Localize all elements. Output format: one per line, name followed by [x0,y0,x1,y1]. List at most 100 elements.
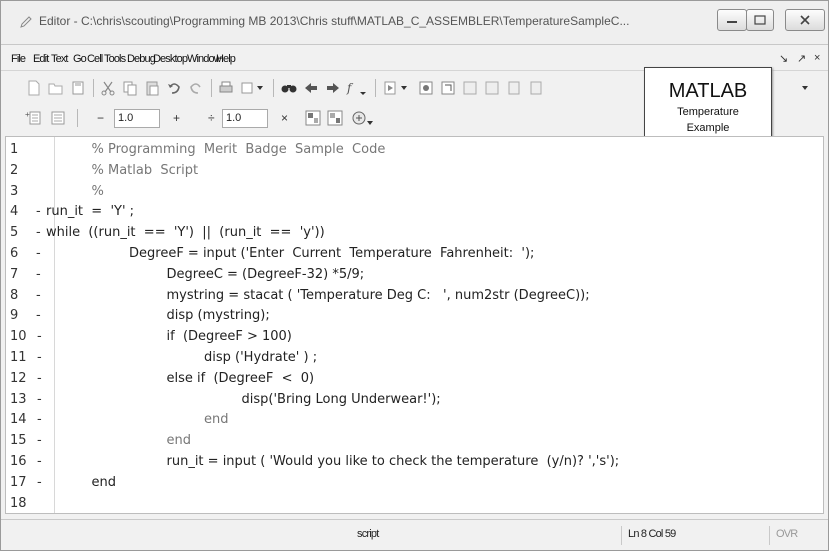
new-file-icon[interactable] [25,79,43,97]
code-text: mystring = stacat ( 'Temperature Deg C: … [166,287,590,303]
executable-line-marker[interactable]: - [37,392,47,407]
divide-button[interactable]: ÷ [208,111,215,125]
insert-cell-icon[interactable]: + [25,109,43,127]
code-line[interactable]: 13- disp('Bring Long Underwear!'); [6,389,821,410]
executable-line-marker[interactable]: - [37,454,47,469]
redo-icon[interactable] [187,79,205,97]
menu-debug[interactable]: Debug [127,53,156,65]
code-line[interactable]: 1 % Programming Merit Badge Sample Code [6,139,821,160]
line-number: 13 [10,391,27,407]
executable-line-marker[interactable]: - [37,475,47,490]
code-line[interactable]: 16- run_it = input ( 'Would you like to c… [6,451,821,472]
menu-file[interactable]: File [11,53,26,65]
cut-icon[interactable] [99,79,117,97]
show-cell-titles-icon[interactable] [304,109,322,127]
svg-text:f: f [346,81,354,95]
title-bar[interactable]: Editor - C:\chris\scouting\Programming M… [1,1,828,45]
line-number: 10 [10,329,27,345]
executable-line-marker[interactable]: - [36,225,46,240]
divide-value-field[interactable]: 1.0 [222,109,268,128]
code-editor[interactable]: 1 % Programming Merit Badge Sample Code 2%… [5,136,824,514]
code-text: else if (DegreeF < 0) [166,370,315,386]
code-text: % Programming Merit Badge Sample Code [91,142,386,157]
executable-line-marker[interactable]: - [36,308,46,323]
svg-text:+: + [25,110,30,119]
breakpoint-dropdown-icon[interactable] [383,79,407,97]
code-line[interactable]: 5- while ((run_it == 'Y') || (run_it == '… [6,222,821,243]
executable-line-marker[interactable]: - [37,329,47,344]
line-number: 14 [10,412,27,428]
undo-icon[interactable] [165,79,183,97]
save-icon[interactable] [69,79,87,97]
minimize-button[interactable] [717,9,747,31]
line-number: 18 [10,495,27,511]
menu-cell[interactable]: Cell [87,53,103,65]
run-dropdown-icon[interactable] [239,79,263,97]
dock-icon[interactable]: ↗ [797,52,806,65]
executable-line-marker[interactable]: - [37,433,47,448]
code-line[interactable]: 7 - DegreeC = (DegreeF-32) *5/9; [6,264,821,285]
decrement-button[interactable]: − [97,111,104,125]
paste-icon[interactable] [143,79,161,97]
menu-help[interactable]: Help [216,53,236,65]
code-text: end [204,412,229,428]
executable-line-marker[interactable]: - [36,288,46,303]
executable-line-marker[interactable]: - [36,204,46,219]
executable-line-marker[interactable]: - [36,246,46,261]
back-arrow-icon[interactable] [302,79,320,97]
toolbar-separator [77,109,78,127]
show-cell-bars-icon[interactable] [326,109,344,127]
code-line[interactable]: 6 - DegreeF = input ('Enter Current Temper… [6,243,821,264]
callout-subtitle-line2: Example [686,122,730,134]
copy-icon[interactable] [121,79,139,97]
open-file-icon[interactable] [47,79,65,97]
undock-icon[interactable]: ↘ [779,52,788,65]
code-line[interactable]: 14- end [6,409,821,430]
code-line[interactable]: 8 - mystring = stacat ( 'Temperature Deg C… [6,285,821,306]
step-in-icon[interactable] [461,79,479,97]
continue-icon[interactable] [505,79,523,97]
decrement-value-field[interactable]: 1.0 [114,109,160,128]
menu-tools[interactable]: Tools [104,53,126,65]
clear-breakpoints-icon[interactable] [417,79,435,97]
evaluate-cell-icon[interactable] [49,109,67,127]
code-line[interactable]: 10- if (DegreeF > 100) [6,326,821,347]
code-line[interactable]: 15- end [6,430,821,451]
menu-desktop[interactable]: Desktop [153,53,188,65]
maximize-button[interactable] [746,9,774,31]
code-line[interactable]: 11- disp ('Hydrate' ) ; [6,347,821,368]
menu-text[interactable]: Text [51,53,68,65]
line-number: 8 [10,287,19,303]
function-icon[interactable]: f [346,79,366,97]
step-out-icon[interactable] [483,79,501,97]
publish-dropdown-icon[interactable] [351,109,373,127]
close-button[interactable] [785,9,825,31]
status-bar: script Ln 8 Col 59 OVR [1,519,828,550]
code-text: DegreeC = (DegreeF-32) *5/9; [166,266,365,282]
executable-line-marker[interactable]: - [37,350,47,365]
code-line[interactable]: 17- end [6,472,821,493]
line-number: 15 [10,433,27,449]
code-line[interactable]: 3% [6,181,821,202]
close-editor-icon[interactable]: × [814,52,820,64]
multiply-button[interactable]: × [281,111,288,125]
executable-line-marker[interactable]: - [36,267,46,282]
overwrite-mode-status: OVR [769,526,827,545]
executable-line-marker[interactable]: - [37,412,47,427]
code-line[interactable]: 18 [6,493,821,514]
executable-line-marker[interactable]: - [37,371,47,386]
print-icon[interactable] [217,79,235,97]
code-line[interactable]: 12- else if (DegreeF < 0) [6,368,821,389]
exit-debug-icon[interactable] [527,79,545,97]
menu-go[interactable]: Go [73,53,87,65]
line-number: 2 [10,162,19,178]
forward-arrow-icon[interactable] [324,79,342,97]
code-line[interactable]: 4- run_it = 'Y' ; [6,201,821,222]
menu-edit[interactable]: Edit [33,53,49,65]
increment-button[interactable]: + [173,111,180,125]
step-icon[interactable] [439,79,457,97]
code-line[interactable]: 2 % Matlab Script [6,160,821,181]
code-line[interactable]: 9 - disp (mystring); [6,305,821,326]
stack-dropdown-icon[interactable] [796,79,814,97]
find-icon[interactable] [280,79,298,97]
